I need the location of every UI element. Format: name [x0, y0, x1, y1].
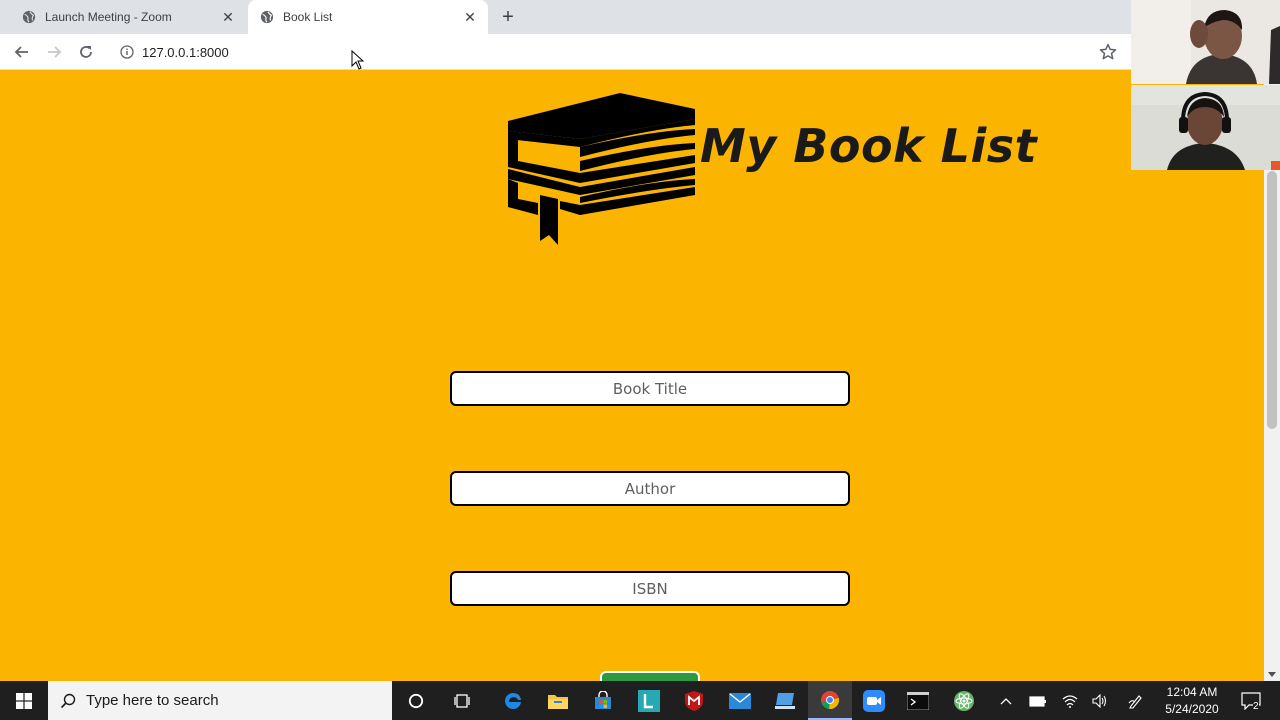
bookmark-star-icon[interactable] [1098, 42, 1118, 62]
clock-date: 5/24/2020 [1165, 702, 1219, 716]
page-title: My Book List [700, 119, 1038, 173]
browser-toolbar: 127.0.0.1:8000 [0, 34, 1280, 70]
zoom-video-participant-2[interactable] [1131, 85, 1280, 170]
scrollbar-thumb[interactable] [1267, 171, 1277, 429]
chrome-icon[interactable] [808, 681, 852, 720]
zoom-icon[interactable] [852, 681, 896, 720]
start-button[interactable] [0, 681, 48, 720]
zoom-video-participant-1[interactable] [1131, 0, 1280, 84]
action-center-button[interactable]: 2 [1236, 681, 1266, 720]
page-viewport: My Book List [0, 71, 1280, 681]
windows-taskbar: Type here to search 12:04 AM 5/24/2020 2 [0, 681, 1280, 720]
tab-book-list[interactable]: Book List ✕ [248, 0, 488, 34]
file-explorer-icon[interactable] [536, 681, 580, 720]
atom-icon[interactable] [942, 681, 986, 720]
scroll-down-arrow-icon[interactable] [1268, 672, 1276, 677]
browser-tab-bar: Launch Meeting - Zoom ✕ Book List ✕ + [0, 0, 1280, 34]
reload-button[interactable] [76, 42, 96, 62]
forward-button[interactable] [44, 42, 64, 62]
participant-video-feed [1131, 85, 1280, 170]
back-arrow-icon [14, 46, 28, 58]
globe-icon [22, 10, 36, 24]
store-icon[interactable] [581, 681, 625, 720]
search-icon [60, 693, 76, 708]
pen-workspace-icon[interactable] [1124, 681, 1148, 720]
info-icon[interactable] [120, 45, 134, 59]
address-bar[interactable]: 127.0.0.1:8000 [110, 38, 1128, 66]
tab-title: Launch Meeting - Zoom [45, 10, 172, 24]
new-tab-button[interactable]: + [498, 7, 518, 27]
edge-icon[interactable] [491, 681, 535, 720]
mouse-cursor-icon [351, 50, 365, 70]
back-button[interactable] [12, 42, 32, 62]
close-tab-icon[interactable]: ✕ [462, 9, 478, 25]
book-stack-logo [508, 93, 695, 245]
tab-launch-meeting-zoom[interactable]: Launch Meeting - Zoom ✕ [14, 0, 246, 34]
submit-button[interactable] [600, 671, 700, 681]
system-clock[interactable]: 12:04 AM 5/24/2020 [1158, 684, 1226, 718]
search-placeholder: Type here to search [86, 692, 219, 709]
show-hidden-icons-chevron-icon[interactable] [996, 681, 1016, 720]
clock-time: 12:04 AM [1166, 685, 1218, 699]
globe-icon [260, 10, 274, 24]
mcafee-icon[interactable] [672, 681, 716, 720]
author-input[interactable] [450, 471, 850, 506]
cortana-icon[interactable] [394, 681, 438, 720]
book-title-input[interactable] [450, 371, 850, 406]
battery-icon[interactable] [1026, 681, 1050, 720]
l-app-icon[interactable] [627, 681, 671, 720]
tab-title: Book List [283, 10, 333, 24]
windows-logo-icon [16, 692, 32, 709]
participant-video-feed [1131, 0, 1280, 84]
isbn-input[interactable] [450, 571, 850, 606]
terminal-icon[interactable] [896, 681, 940, 720]
devices-icon[interactable] [763, 681, 807, 720]
mail-icon[interactable] [718, 681, 762, 720]
volume-icon[interactable] [1088, 681, 1112, 720]
url-text: 127.0.0.1:8000 [142, 44, 229, 60]
wifi-icon[interactable] [1058, 681, 1082, 720]
task-view-icon[interactable] [441, 681, 485, 720]
forward-arrow-icon [48, 46, 62, 58]
reload-icon [80, 46, 92, 58]
taskbar-search-box[interactable]: Type here to search [48, 681, 392, 720]
close-tab-icon[interactable]: ✕ [220, 9, 236, 25]
notification-count: 2 [1253, 701, 1259, 712]
